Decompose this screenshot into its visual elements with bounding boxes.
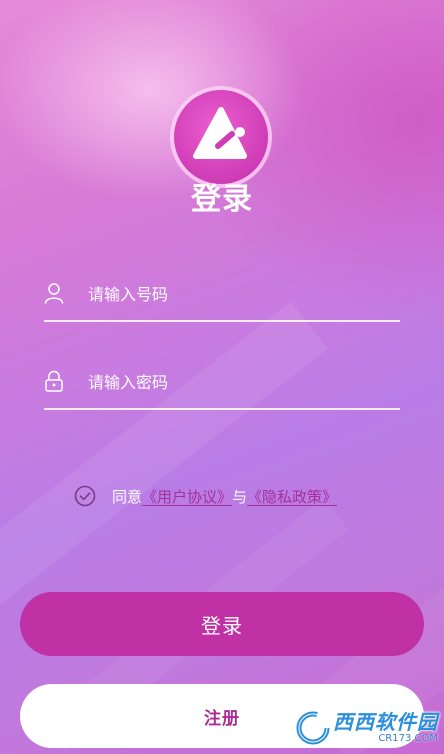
- watermark-main-text: 西西软件园: [333, 710, 438, 734]
- agreement-row: 同意 《用户协议》 与 《隐私政策》: [74, 484, 337, 508]
- watermark-sub-text: CR173.COM: [378, 733, 438, 744]
- phone-field: [44, 272, 400, 322]
- watermark-text: 西西软件园 CR173.COM: [333, 712, 438, 744]
- check-circle-icon[interactable]: [74, 485, 96, 507]
- password-field: [44, 360, 400, 410]
- privacy-policy-link[interactable]: 《隐私政策》: [247, 486, 337, 507]
- app-logo-icon: [174, 90, 268, 184]
- login-button[interactable]: 登录: [20, 592, 424, 656]
- lock-icon: [45, 370, 63, 392]
- register-label: 注册: [204, 708, 240, 729]
- watermark-logo-icon: [296, 711, 330, 745]
- password-input[interactable]: [88, 366, 388, 398]
- user-agreement-link[interactable]: 《用户协议》: [142, 486, 232, 507]
- user-icon: [44, 283, 64, 304]
- page-title: 登录: [191, 182, 253, 217]
- agreement-prefix: 同意: [112, 487, 143, 506]
- login-screen: 登录 同意 《用户协议》 与 《隐私政策》 登录 注册: [0, 0, 444, 754]
- phone-input[interactable]: [88, 278, 388, 310]
- watermark: 西西软件园 CR173.COM: [295, 706, 438, 750]
- agreement-conjunction: 与: [232, 487, 248, 506]
